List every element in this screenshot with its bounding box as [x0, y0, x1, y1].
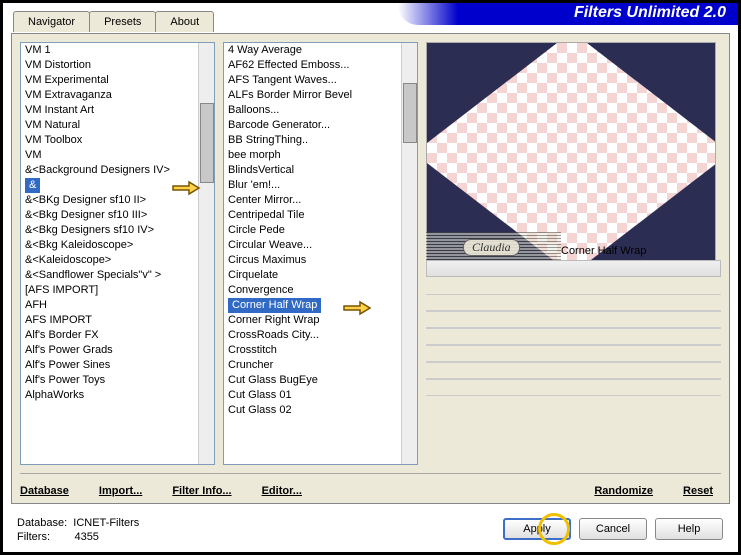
list-item[interactable]: Cut Glass BugEye [224, 373, 401, 388]
randomize-link[interactable]: Randomize [594, 485, 653, 497]
list-item[interactable]: Convergence [224, 283, 401, 298]
list-item[interactable]: Alf's Power Toys [21, 373, 198, 388]
list-item[interactable]: AlphaWorks [21, 388, 198, 403]
list-item[interactable]: VM Instant Art [21, 103, 198, 118]
param-slot [426, 311, 721, 328]
import-link[interactable]: Import... [99, 485, 142, 497]
list-item[interactable]: Blur 'em!... [224, 178, 401, 193]
list-item[interactable]: Corner Right Wrap [224, 313, 401, 328]
list-item[interactable]: Alf's Power Grads [21, 343, 198, 358]
list-item[interactable]: &<Bkg Kaleidoscope> [21, 238, 198, 253]
tab-navigator[interactable]: Navigator [13, 11, 90, 32]
list-item[interactable]: Circular Weave... [224, 238, 401, 253]
list-item[interactable]: &<BKg Designer sf10 II> [21, 193, 198, 208]
filter-list[interactable]: 4 Way AverageAF62 Effected Emboss...AFS … [223, 42, 418, 465]
apply-button[interactable]: Apply [503, 518, 571, 540]
bottom-links: Database Import... Filter Info... Editor… [12, 481, 721, 501]
category-list[interactable]: VM 1VM DistortionVM ExperimentalVM Extra… [20, 42, 215, 465]
app-title: Filters Unlimited 2.0 [398, 3, 738, 25]
list-item[interactable]: &<Bkg Designer sf10 III> [21, 208, 198, 223]
status-filters-value: 4355 [74, 531, 98, 543]
list-item[interactable]: VM Toolbox [21, 133, 198, 148]
list-item[interactable]: BB StringThing.. [224, 133, 401, 148]
scrollbar[interactable] [198, 43, 214, 464]
list-item[interactable]: Center Mirror... [224, 193, 401, 208]
cancel-button[interactable]: Cancel [579, 518, 647, 540]
list-item[interactable]: &<Sandflower Specials"v" > [21, 268, 198, 283]
list-item[interactable]: ALFs Border Mirror Bevel [224, 88, 401, 103]
list-item[interactable]: Crosstitch [224, 343, 401, 358]
param-slider[interactable] [426, 260, 721, 277]
preview-pane: Claudia Corner Half Wrap [426, 42, 721, 465]
list-item[interactable]: Cirquelate [224, 268, 401, 283]
list-item[interactable]: VM Extravaganza [21, 88, 198, 103]
effect-name-label: Corner Half Wrap [561, 245, 646, 257]
list-item[interactable]: Balloons... [224, 103, 401, 118]
list-item[interactable]: CrossRoads City... [224, 328, 401, 343]
tab-bar: Navigator Presets About [13, 11, 213, 32]
dialog-buttons: Apply Cancel Help [503, 518, 723, 540]
list-item[interactable]: VM 1 [21, 43, 198, 58]
param-slot [426, 379, 721, 396]
filter-info-link[interactable]: Filter Info... [172, 485, 231, 497]
list-item[interactable]: AF62 Effected Emboss... [224, 58, 401, 73]
list-item[interactable]: AFS IMPORT [21, 313, 198, 328]
status-bar: Database: ICNET-Filters Filters: 4355 [17, 516, 139, 544]
param-area [426, 260, 721, 396]
list-item[interactable]: VM Experimental [21, 73, 198, 88]
list-item[interactable]: Barcode Generator... [224, 118, 401, 133]
status-db-value: ICNET-Filters [73, 517, 139, 529]
list-item[interactable]: bee morph [224, 148, 401, 163]
list-item[interactable]: & [21, 178, 198, 193]
database-link[interactable]: Database [20, 485, 69, 497]
list-item[interactable]: VM Natural [21, 118, 198, 133]
list-item[interactable]: Corner Half Wrap [224, 298, 401, 313]
param-slot [426, 277, 721, 294]
reset-link[interactable]: Reset [683, 485, 713, 497]
list-item[interactable]: Alf's Power Sines [21, 358, 198, 373]
param-slot [426, 345, 721, 362]
param-slot [426, 294, 721, 311]
list-item[interactable]: Cut Glass 01 [224, 388, 401, 403]
scrollbar[interactable] [401, 43, 417, 464]
list-item[interactable]: Centripedal Tile [224, 208, 401, 223]
list-item[interactable]: VM Distortion [21, 58, 198, 73]
list-item[interactable]: 4 Way Average [224, 43, 401, 58]
list-item[interactable]: [AFS IMPORT] [21, 283, 198, 298]
param-slot [426, 362, 721, 379]
list-item[interactable]: &<Kaleidoscope> [21, 253, 198, 268]
list-item[interactable]: BlindsVertical [224, 163, 401, 178]
preview-image [426, 42, 716, 262]
navigator-panel: VM 1VM DistortionVM ExperimentalVM Extra… [11, 33, 730, 504]
help-button[interactable]: Help [655, 518, 723, 540]
list-item[interactable]: VM [21, 148, 198, 163]
status-filters-label: Filters: [17, 531, 50, 543]
list-item[interactable]: &<Bkg Designers sf10 IV> [21, 223, 198, 238]
list-item[interactable]: AFS Tangent Waves... [224, 73, 401, 88]
list-item[interactable]: Alf's Border FX [21, 328, 198, 343]
list-item[interactable]: Circus Maximus [224, 253, 401, 268]
list-item[interactable]: Circle Pede [224, 223, 401, 238]
editor-link[interactable]: Editor... [262, 485, 302, 497]
list-item[interactable]: AFH [21, 298, 198, 313]
list-item[interactable]: Cut Glass 02 [224, 403, 401, 418]
list-item[interactable]: &<Background Designers IV> [21, 163, 198, 178]
tab-presets[interactable]: Presets [89, 11, 156, 32]
tab-about[interactable]: About [155, 11, 214, 32]
param-slot [426, 328, 721, 345]
status-db-label: Database: [17, 517, 67, 529]
list-item[interactable]: Cruncher [224, 358, 401, 373]
